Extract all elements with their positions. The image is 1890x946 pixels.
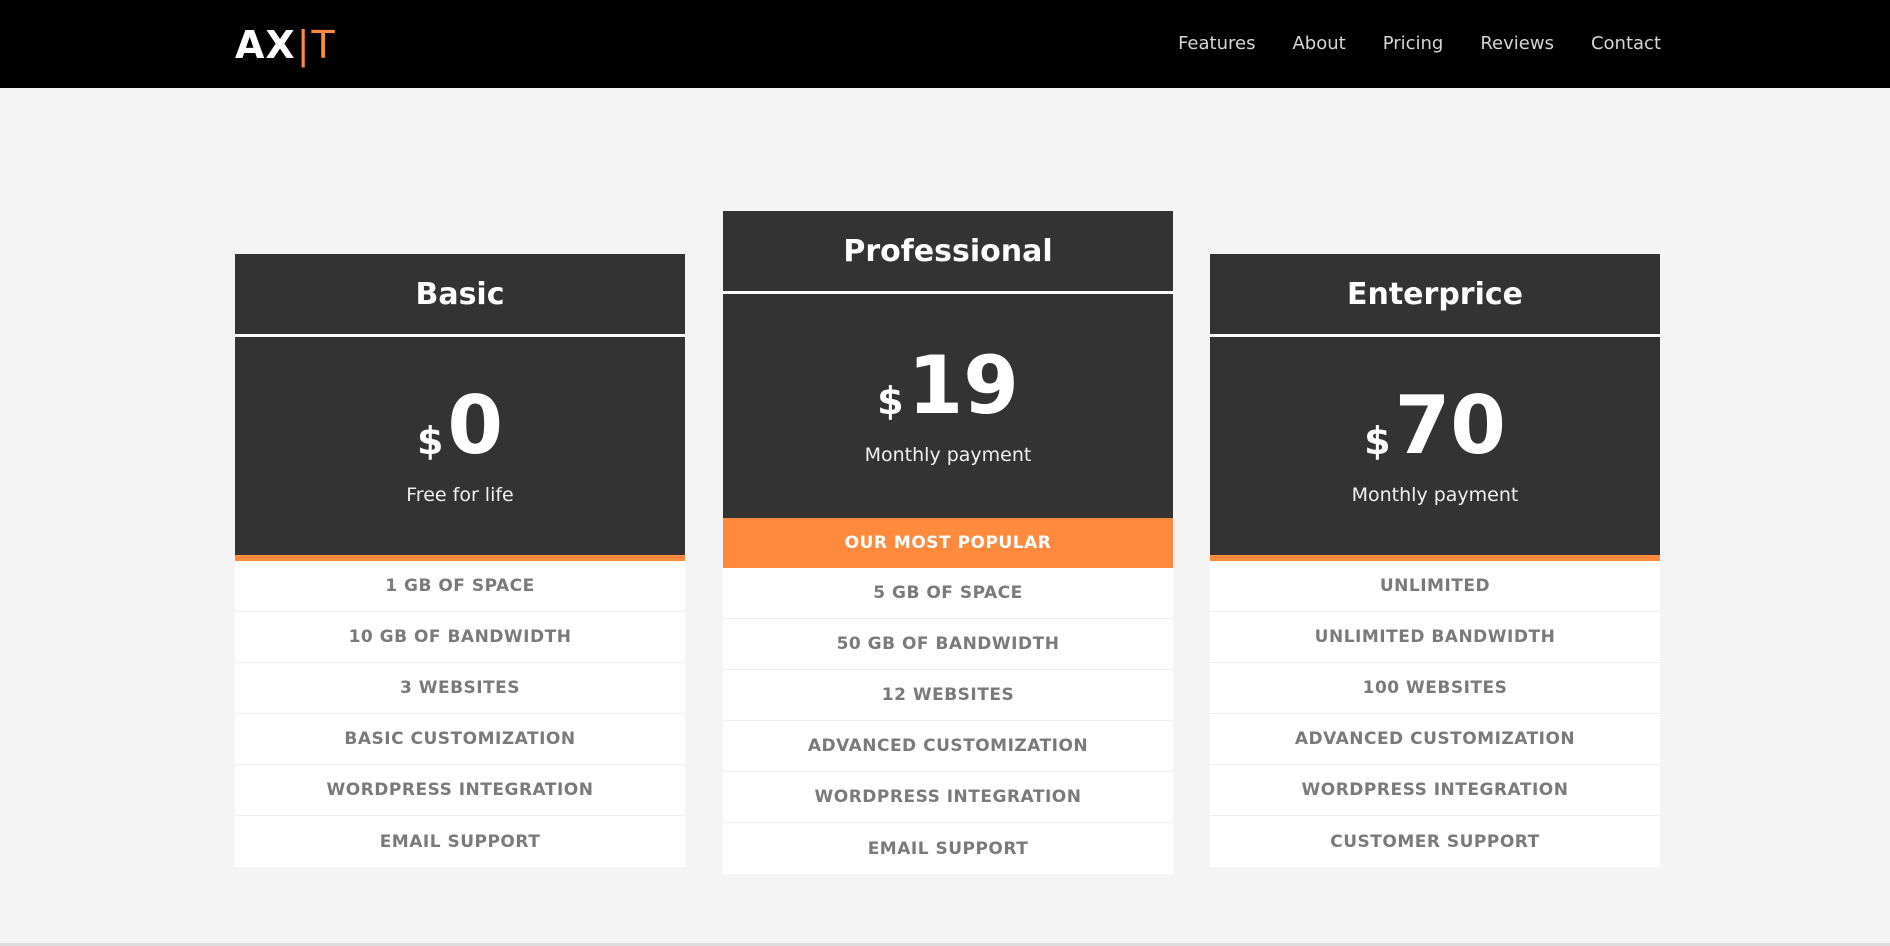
feature-item: 5 GB OF SPACE bbox=[723, 568, 1173, 619]
pricing-card-enterprise: Enterprice $ 70 Monthly payment UNLIMITE… bbox=[1210, 254, 1660, 867]
feature-list: UNLIMITED UNLIMITED BANDWIDTH 100 WEBSIT… bbox=[1210, 561, 1660, 867]
brand-logo[interactable]: AX|T bbox=[235, 22, 336, 68]
price: $ 19 bbox=[877, 346, 1019, 426]
price-amount: 0 bbox=[447, 379, 504, 472]
price-amount: 70 bbox=[1394, 379, 1506, 472]
feature-item: ADVANCED CUSTOMIZATION bbox=[1210, 714, 1660, 765]
feature-item: 1 GB OF SPACE bbox=[235, 561, 685, 612]
feature-item: 100 WEBSITES bbox=[1210, 663, 1660, 714]
nav-link-reviews[interactable]: Reviews bbox=[1480, 32, 1554, 56]
logo-separator: | bbox=[296, 23, 311, 67]
feature-item: UNLIMITED bbox=[1210, 561, 1660, 612]
feature-item: CUSTOMER SUPPORT bbox=[1330, 831, 1540, 852]
price-subtitle: Monthly payment bbox=[864, 444, 1032, 466]
feature-item: 10 GB OF BANDWIDTH bbox=[235, 612, 685, 663]
plan-price-block: $ 19 Monthly payment bbox=[723, 294, 1173, 518]
feature-item: UNLIMITED BANDWIDTH bbox=[1210, 612, 1660, 663]
plan-name: Basic bbox=[235, 254, 685, 337]
price: $ 0 bbox=[417, 386, 503, 466]
logo-main-text: AX bbox=[235, 23, 296, 67]
feature-list: 5 GB OF SPACE 50 GB OF BANDWIDTH 12 WEBS… bbox=[723, 568, 1173, 874]
pricing-card-professional: Professional $ 19 Monthly payment OUR MO… bbox=[723, 211, 1173, 874]
price-currency: $ bbox=[877, 379, 904, 423]
nav-link-contact[interactable]: Contact bbox=[1591, 32, 1661, 56]
main-nav: Features About Pricing Reviews Contact bbox=[1178, 32, 1661, 56]
price: $ 70 bbox=[1364, 386, 1506, 466]
plan-price-block: $ 70 Monthly payment bbox=[1210, 337, 1660, 561]
price-currency: $ bbox=[416, 419, 444, 463]
plan-price-block: $ 0 Free for life bbox=[235, 337, 685, 561]
feature-item: WORDPRESS INTEGRATION bbox=[1210, 765, 1660, 816]
plan-name: Professional bbox=[723, 211, 1173, 294]
logo-accent-text: T bbox=[311, 23, 336, 67]
plan-name: Enterprice bbox=[1210, 254, 1660, 337]
feature-item: WORDPRESS INTEGRATION bbox=[723, 772, 1173, 823]
feature-item: EMAIL SUPPORT bbox=[867, 838, 1029, 859]
feature-item: 50 GB OF BANDWIDTH bbox=[723, 619, 1173, 670]
feature-item: EMAIL SUPPORT bbox=[379, 831, 541, 852]
price-subtitle: Free for life bbox=[406, 484, 514, 506]
feature-item: 12 WEBSITES bbox=[723, 670, 1173, 721]
feature-item: BASIC CUSTOMIZATION bbox=[235, 714, 685, 765]
pricing-card-basic: Basic $ 0 Free for life 1 GB OF SPACE 10… bbox=[235, 254, 685, 867]
feature-item: WORDPRESS INTEGRATION bbox=[235, 765, 685, 816]
price-currency: $ bbox=[1364, 419, 1391, 463]
price-amount: 19 bbox=[907, 339, 1019, 432]
most-popular-badge: OUR MOST POPULAR bbox=[723, 518, 1173, 568]
feature-list: 1 GB OF SPACE 10 GB OF BANDWIDTH 3 WEBSI… bbox=[235, 561, 685, 867]
feature-item: 3 WEBSITES bbox=[235, 663, 685, 714]
price-subtitle: Monthly payment bbox=[1351, 484, 1519, 506]
top-navbar: AX|T Features About Pricing Reviews Cont… bbox=[0, 0, 1890, 88]
feature-item: ADVANCED CUSTOMIZATION bbox=[723, 721, 1173, 772]
nav-link-pricing[interactable]: Pricing bbox=[1383, 32, 1444, 56]
nav-link-about[interactable]: About bbox=[1292, 32, 1345, 56]
nav-link-features[interactable]: Features bbox=[1178, 32, 1255, 56]
